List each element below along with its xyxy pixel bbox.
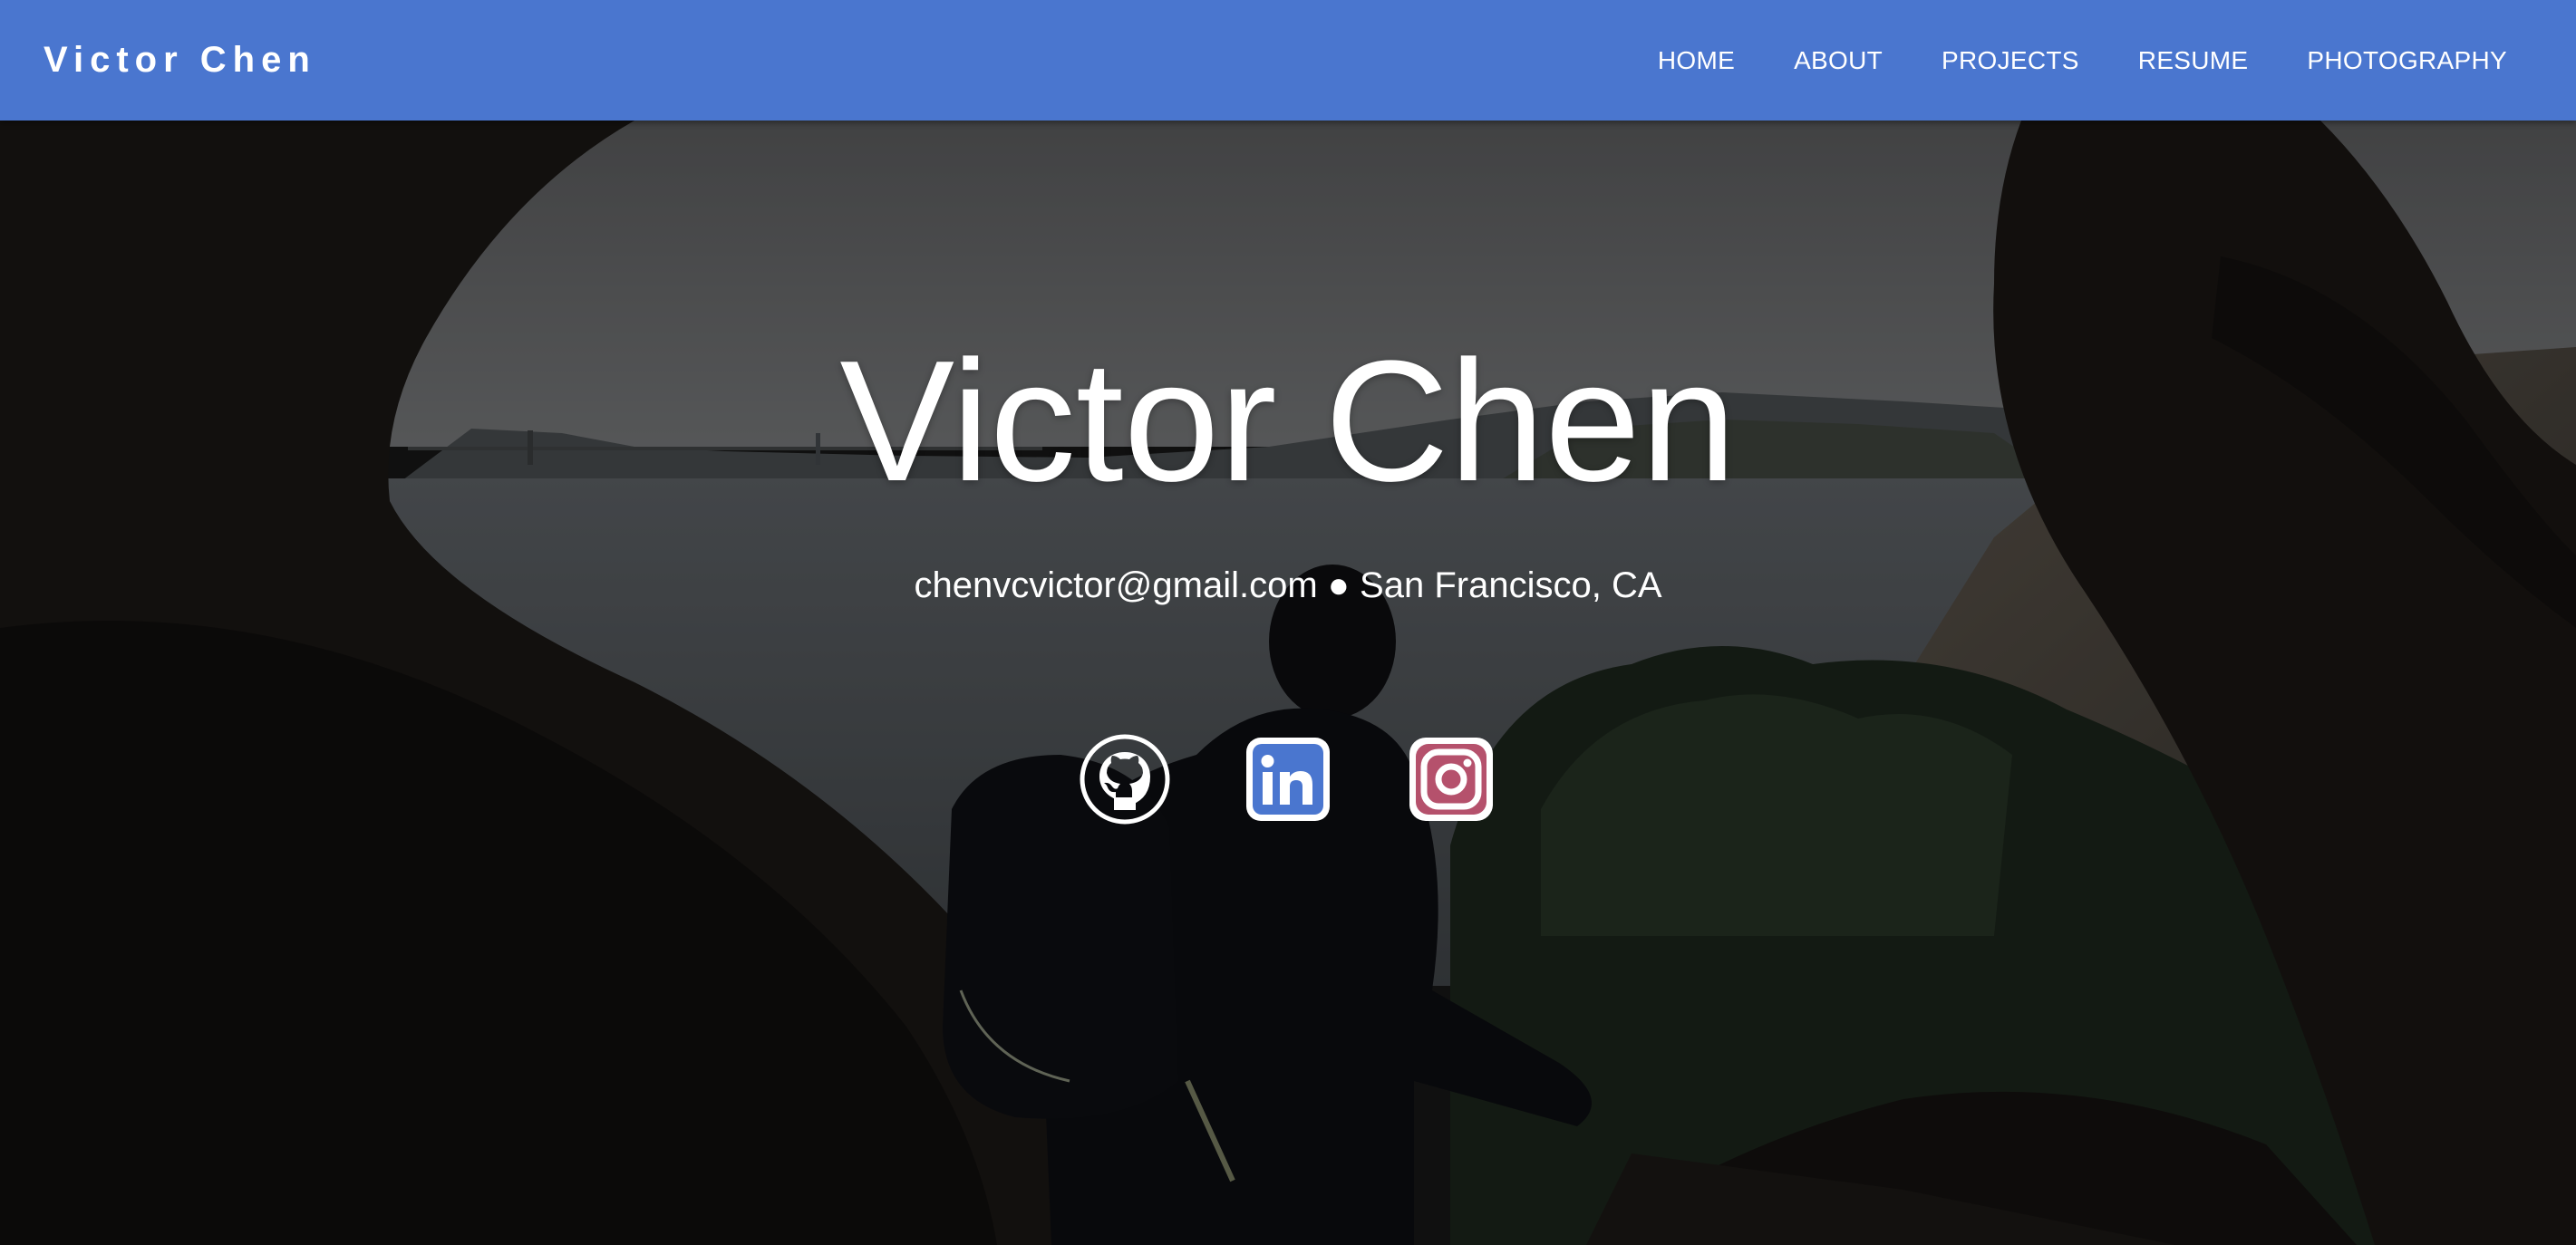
social-links [0,734,2576,825]
instagram-link[interactable] [1406,734,1496,825]
nav-link-projects[interactable]: PROJECTS [1942,46,2079,75]
github-icon [1080,734,1170,825]
nav-link-about[interactable]: ABOUT [1794,46,1883,75]
instagram-icon [1409,738,1493,821]
linkedin-icon [1246,738,1330,821]
navbar: Victor Chen HOME ABOUT PROJECTS RESUME P… [0,0,2576,121]
nav-link-photography[interactable]: PHOTOGRAPHY [2307,46,2507,75]
hero-contact-info: chenvcvictor@gmail.com ● San Francisco, … [914,565,1662,605]
nav-link-resume[interactable]: RESUME [2138,46,2249,75]
github-link[interactable] [1080,734,1170,825]
brand-logo-link[interactable]: Victor Chen [44,0,316,121]
linkedin-link[interactable] [1243,734,1333,825]
nav-link-home[interactable]: HOME [1658,46,1735,75]
hero-section: Victor Chen chenvcvictor@gmail.com ● San… [0,121,2576,1245]
hero-title: Victor Chen [839,325,1737,517]
hero-background-photo [0,121,2576,1245]
nav-links: HOME ABOUT PROJECTS RESUME PHOTOGRAPHY [1599,0,2507,121]
